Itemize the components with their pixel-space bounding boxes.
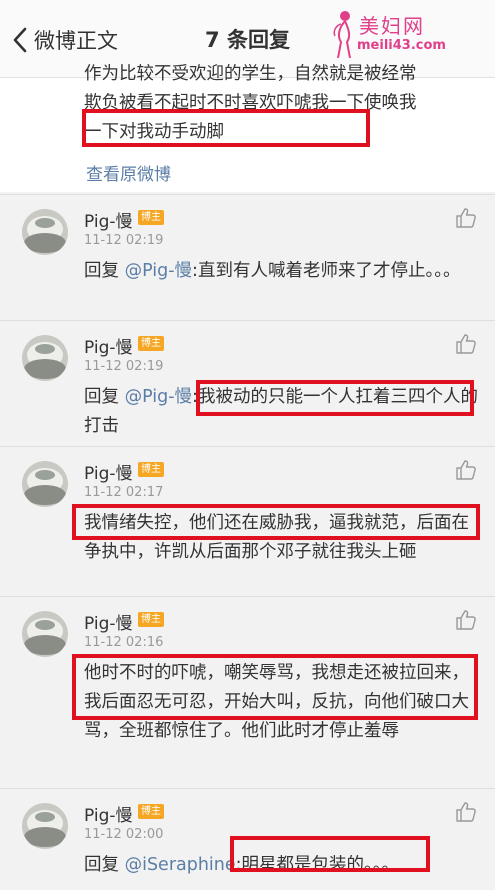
avatar[interactable] (22, 803, 68, 849)
author-badge: 博主 (138, 210, 164, 225)
author-badge: 博主 (138, 462, 164, 477)
watermark-url: meili43.com (357, 38, 446, 53)
comment-text: 他时不时的吓唬，嘲笑辱骂，我想走还被拉回来，我后面忍无可忍，开始大叫，反抗，向他… (84, 659, 479, 746)
comment-time: 11-12 02:19 (84, 233, 164, 248)
comment-content: :明星都是包装的。。。 (235, 855, 400, 875)
avatar[interactable] (22, 461, 68, 507)
thumbs-up-icon[interactable] (455, 207, 477, 229)
thumbs-up-icon[interactable] (455, 459, 477, 481)
watermark-title: 美妇网 (359, 14, 425, 38)
avatar[interactable] (22, 209, 68, 255)
reply-prefix: 回复 (84, 261, 125, 281)
comment-time: 11-12 02:19 (84, 359, 164, 374)
original-line: 欺负被看不起时不时喜欢吓唬我一下使唤我 (84, 93, 417, 113)
comment-item: Pig-慢 博主 11-12 02:17 我情绪失控，他们还在威胁我，逼我就范，… (0, 446, 495, 596)
comment-time: 11-12 02:00 (84, 827, 164, 842)
thumbs-up-icon[interactable] (455, 801, 477, 823)
original-line: 一下对我动手动脚 (84, 122, 224, 142)
woman-figure-icon (333, 11, 351, 59)
comment-author[interactable]: Pig-慢 (84, 333, 133, 358)
author-badge: 博主 (138, 804, 164, 819)
comment-item: Pig-慢 博主 11-12 02:19 回复 @Pig-慢:我被动的只能一个人… (0, 320, 495, 446)
comment-time: 11-12 02:17 (84, 485, 164, 500)
watermark-logo: 美妇网 meili43.com (327, 6, 467, 66)
comment-time: 11-12 02:16 (84, 635, 164, 650)
avatar[interactable] (22, 335, 68, 381)
thumbs-up-icon[interactable] (455, 609, 477, 631)
comment-author[interactable]: Pig-慢 (84, 459, 133, 484)
comment-content: 我情绪失控，他们还在威胁我，逼我就范，后面在争执中，许凯从后面那个邓子就往我头上… (84, 513, 469, 562)
mention-link[interactable]: @iSeraphine (125, 855, 236, 875)
comment-text: 回复 @Pig-慢:我被动的只能一个人扛着三四个人的打击 (84, 383, 479, 441)
original-line: 作为比较不受欢迎的学生，自然就是被经常 (84, 64, 417, 84)
author-badge: 博主 (138, 612, 164, 627)
comment-item: Pig-慢 博主 11-12 02:00 回复 @iSeraphine:明星都是… (0, 788, 495, 890)
mention-link[interactable]: @Pig-慢 (125, 387, 192, 407)
mention-link[interactable]: @Pig-慢 (125, 261, 192, 281)
avatar[interactable] (22, 611, 68, 657)
view-original-link[interactable]: 查看原微博 (86, 160, 171, 185)
comment-text: 我情绪失控，他们还在威胁我，逼我就范，后面在争执中，许凯从后面那个邓子就往我头上… (84, 509, 479, 567)
comment-content: 他时不时的吓唬，嘲笑辱骂，我想走还被拉回来，我后面忍无可忍，开始大叫，反抗，向他… (84, 663, 469, 741)
comment-text: 回复 @Pig-慢:直到有人喊着老师来了才停止。。。 (84, 257, 479, 286)
thumbs-up-icon[interactable] (455, 333, 477, 355)
reply-prefix: 回复 (84, 387, 125, 407)
reply-prefix: 回复 (84, 855, 125, 875)
comment-author[interactable]: Pig-慢 (84, 801, 133, 826)
comment-content: :直到有人喊着老师来了才停止。。。 (192, 261, 461, 281)
author-badge: 博主 (138, 336, 164, 351)
comment-author[interactable]: Pig-慢 (84, 609, 133, 634)
original-post-text: 作为比较不受欢迎的学生，自然就是被经常 欺负被看不起时不时喜欢吓唬我一下使唤我 … (84, 60, 479, 147)
comment-item: Pig-慢 博主 11-12 02:16 他时不时的吓唬，嘲笑辱骂，我想走还被拉… (0, 596, 495, 788)
comment-item: Pig-慢 博主 11-12 02:19 回复 @Pig-慢:直到有人喊着老师来… (0, 194, 495, 320)
comment-author[interactable]: Pig-慢 (84, 207, 133, 232)
comment-text: 回复 @iSeraphine:明星都是包装的。。。 (84, 851, 479, 880)
original-post: 作为比较不受欢迎的学生，自然就是被经常 欺负被看不起时不时喜欢吓唬我一下使唤我 … (0, 64, 495, 192)
